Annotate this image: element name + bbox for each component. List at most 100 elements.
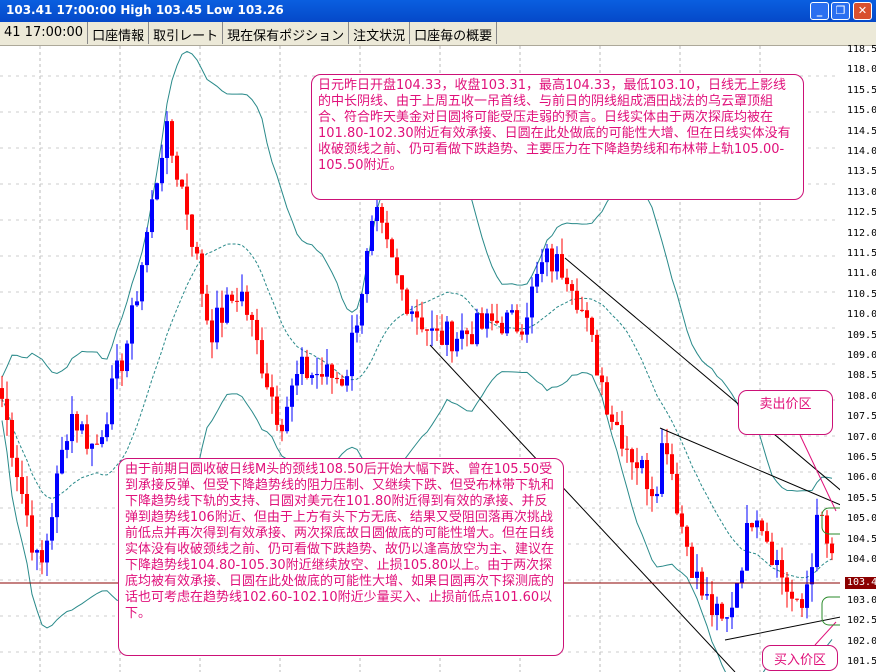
trend-line: [724, 616, 840, 641]
candle-body: [295, 374, 299, 386]
candle-body: [490, 313, 494, 321]
candle-body: [500, 322, 504, 334]
candle-body: [790, 591, 794, 599]
close-button[interactable]: ✕: [853, 2, 872, 20]
candle-body: [720, 603, 724, 619]
candle-body: [250, 314, 254, 320]
candle-body: [610, 414, 614, 422]
candle-body: [485, 313, 489, 329]
candle-body: [770, 541, 774, 566]
candle-body: [0, 388, 4, 399]
candle-body: [680, 513, 684, 527]
candle-body: [270, 387, 274, 397]
candle-body: [615, 421, 619, 426]
candle-body: [255, 319, 259, 341]
candle-body: [410, 311, 414, 314]
candle-body: [60, 449, 64, 474]
axis-tick-label: 108.00: [847, 390, 876, 402]
candle-body: [545, 248, 549, 263]
axis-tick-label: 113.50: [847, 166, 876, 178]
tab-rates[interactable]: 取引レート: [149, 22, 224, 44]
candle-body: [645, 459, 649, 490]
candle-body: [520, 331, 524, 335]
candle-body: [800, 599, 804, 608]
tab-time[interactable]: 41 17:00:00: [0, 22, 89, 44]
candle-body: [25, 494, 29, 516]
candle-body: [640, 459, 644, 469]
candle-body: [155, 183, 159, 200]
candle-body: [765, 531, 769, 542]
axis-tick-label: 110.00: [847, 309, 876, 321]
candle-body: [40, 550, 44, 563]
candle-body: [715, 603, 719, 616]
candle-body: [185, 186, 189, 215]
candle-body: [440, 330, 444, 345]
candle-body: [300, 356, 304, 375]
candle-body: [205, 293, 209, 321]
candle-body: [655, 493, 659, 497]
restore-button[interactable]: ❐: [831, 2, 850, 20]
candle-body: [780, 560, 784, 578]
candle-body: [125, 343, 129, 372]
candle-body: [415, 311, 419, 318]
candle-body: [290, 385, 294, 407]
current-price-tag: 103.42: [845, 577, 876, 589]
buy-zone-label: 买入价区: [762, 645, 838, 671]
candle-body: [345, 376, 349, 386]
candle-body: [65, 441, 69, 450]
candle-body: [525, 317, 529, 335]
candle-body: [360, 294, 364, 326]
candle-body: [100, 437, 104, 445]
tab-account-info[interactable]: 口座情報: [88, 22, 150, 44]
candle-body: [260, 340, 264, 374]
candle-body: [755, 520, 759, 528]
candle-body: [105, 424, 109, 438]
candle-body: [330, 364, 334, 378]
axis-tick-label: 101.50: [847, 656, 876, 667]
candle-body: [405, 289, 409, 314]
candle-body: [375, 206, 379, 221]
axis-tick-label: 109.00: [847, 350, 876, 361]
axis-tick-label: 105.50: [847, 492, 876, 504]
trend-line: [659, 427, 840, 506]
candle-body: [580, 309, 584, 311]
candle-body: [55, 473, 59, 518]
candle-body: [285, 406, 289, 432]
candle-body: [80, 424, 84, 431]
candle-body: [425, 329, 429, 331]
axis-tick-label: 106.00: [847, 472, 876, 484]
candle-body: [15, 457, 19, 478]
tab-positions[interactable]: 現在保有ポジション: [223, 22, 350, 44]
candle-body: [735, 583, 739, 608]
tab-orders[interactable]: 注文状況: [349, 22, 411, 44]
candle-body: [430, 328, 434, 331]
candle-body: [505, 312, 509, 334]
minimize-button[interactable]: _: [810, 2, 829, 20]
candle-body: [810, 567, 814, 585]
tab-account-summary[interactable]: 口座毎の概要: [410, 22, 498, 44]
candle-body: [240, 291, 244, 302]
candle-body: [510, 310, 514, 313]
candle-body: [175, 155, 179, 180]
candle-body: [700, 571, 704, 596]
candle-body: [380, 206, 384, 223]
axis-tick-label: 108.50: [847, 370, 876, 382]
sell-zone-label: 卖出价区: [738, 390, 833, 435]
candle-body: [400, 275, 404, 290]
candle-body: [635, 462, 639, 469]
candle-body: [20, 477, 24, 494]
axis-tick-label: 111.00: [847, 268, 876, 280]
candle-body: [365, 250, 369, 295]
candle-body: [495, 320, 499, 323]
sell-zone-pointer: [799, 434, 837, 512]
candle-body: [310, 375, 314, 378]
window-title: 103.41 17:00:00 High 103.45 Low 103.26: [6, 3, 284, 17]
candle-body: [470, 334, 474, 345]
candle-body: [420, 317, 424, 330]
candle-body: [340, 379, 344, 386]
candle-body: [220, 307, 224, 323]
candle-body: [455, 338, 459, 352]
price-axis: 118.50 118.00 115.50 115.00 114.50 114.00 113.…: [840, 44, 876, 672]
candle-body: [760, 520, 764, 532]
candle-body: [305, 356, 309, 378]
